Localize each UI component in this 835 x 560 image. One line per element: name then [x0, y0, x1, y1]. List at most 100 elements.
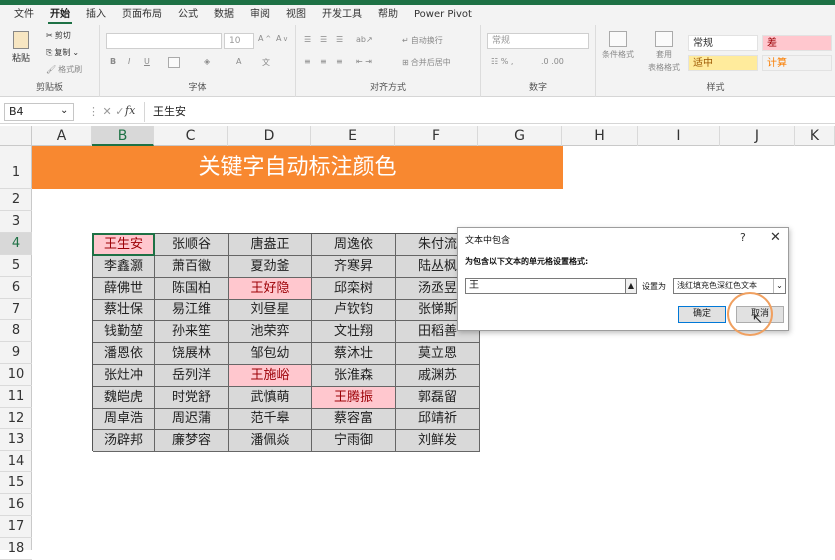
align-top-button[interactable]: ☰: [304, 35, 311, 44]
column-header-a[interactable]: A: [32, 126, 92, 146]
tab-formulas[interactable]: 公式: [170, 5, 206, 25]
table-cell[interactable]: 刘鲜发: [396, 430, 480, 452]
column-header-c[interactable]: C: [154, 126, 228, 146]
table-cell[interactable]: 萧百徽: [155, 256, 229, 278]
sheet-title-banner[interactable]: 关键字自动标注颜色: [32, 146, 563, 189]
table-cell[interactable]: 蔡容富: [312, 409, 396, 430]
paste-button[interactable]: 粘贴: [12, 31, 30, 64]
table-cell[interactable]: 齐寒昇: [312, 256, 396, 278]
conditional-format-button[interactable]: 条件格式: [602, 31, 634, 60]
tab-file[interactable]: 文件: [6, 5, 42, 25]
align-left-button[interactable]: ≡: [304, 57, 311, 66]
table-cell[interactable]: 孙来笙: [155, 321, 229, 343]
table-cell[interactable]: 夏劲釜: [229, 256, 312, 278]
table-cell[interactable]: 张淮森: [312, 365, 396, 387]
row-header-4[interactable]: 4: [0, 233, 32, 255]
table-cell[interactable]: 易江维: [155, 300, 229, 321]
table-cell[interactable]: 邹包幼: [229, 343, 312, 365]
table-cell[interactable]: 王施峪: [229, 365, 312, 387]
help-icon[interactable]: ?: [740, 231, 746, 244]
table-cell[interactable]: 刘昼星: [229, 300, 312, 321]
column-header-g[interactable]: G: [478, 126, 562, 146]
font-color-button[interactable]: A: [236, 57, 241, 66]
table-cell[interactable]: 岳列洋: [155, 365, 229, 387]
select-all-corner[interactable]: [0, 126, 32, 146]
tab-developer[interactable]: 开发工具: [314, 5, 370, 25]
row-header-5[interactable]: 5: [0, 255, 32, 277]
chevron-down-icon[interactable]: ⌄: [60, 105, 68, 116]
tab-view[interactable]: 视图: [278, 5, 314, 25]
table-cell[interactable]: 周卓浩: [93, 409, 155, 430]
row-header-9[interactable]: 9: [0, 342, 32, 364]
bold-button[interactable]: B: [110, 57, 116, 66]
table-cell[interactable]: 薛佛世: [93, 278, 155, 300]
table-cell[interactable]: 魏皑虎: [93, 387, 155, 409]
table-cell[interactable]: 饶展林: [155, 343, 229, 365]
table-cell[interactable]: 蔡沐壮: [312, 343, 396, 365]
tab-review[interactable]: 审阅: [242, 5, 278, 25]
tab-home[interactable]: 开始: [42, 5, 78, 25]
column-header-f[interactable]: F: [395, 126, 478, 146]
style-calculation[interactable]: 计算: [762, 55, 832, 71]
phonetic-button[interactable]: 文: [262, 57, 270, 68]
table-cell[interactable]: 卢钦钧: [312, 300, 396, 321]
row-header-8[interactable]: 8: [0, 320, 32, 342]
table-cell[interactable]: 李鑫灏: [93, 256, 155, 278]
tab-power-pivot[interactable]: Power Pivot: [406, 5, 480, 25]
table-cell[interactable]: 文壮翔: [312, 321, 396, 343]
table-cell[interactable]: 武慎萌: [229, 387, 312, 409]
underline-button[interactable]: U: [144, 57, 150, 66]
table-cell[interactable]: 王生安: [93, 234, 155, 256]
table-cell[interactable]: 潘恩依: [93, 343, 155, 365]
formula-input[interactable]: 王生安: [144, 102, 834, 122]
table-cell[interactable]: 邱栾树: [312, 278, 396, 300]
align-bottom-button[interactable]: ☰: [336, 35, 343, 44]
row-header-1[interactable]: 1: [0, 146, 32, 189]
row-header-14[interactable]: 14: [0, 451, 32, 472]
shrink-font-button[interactable]: Av: [276, 34, 287, 43]
font-size-select[interactable]: 10: [224, 33, 254, 49]
table-cell[interactable]: 唐盎正: [229, 234, 312, 256]
align-right-button[interactable]: ≡: [336, 57, 343, 66]
align-center-button[interactable]: ≡: [320, 57, 327, 66]
table-cell[interactable]: 陈国柏: [155, 278, 229, 300]
column-header-h[interactable]: H: [562, 126, 638, 146]
style-bad[interactable]: 差: [762, 35, 832, 51]
row-header-16[interactable]: 16: [0, 494, 32, 516]
merge-center-button[interactable]: ⊞ 合并后居中: [402, 57, 451, 68]
contains-text-input[interactable]: 王: [465, 278, 626, 294]
table-cell[interactable]: 廉梦容: [155, 430, 229, 452]
row-header-7[interactable]: 7: [0, 299, 32, 320]
table-cell[interactable]: 张顺谷: [155, 234, 229, 256]
column-header-b[interactable]: B: [92, 126, 154, 146]
number-format-select[interactable]: 常规: [487, 33, 589, 49]
table-cell[interactable]: 汤辟邦: [93, 430, 155, 452]
tab-help[interactable]: 帮助: [370, 5, 406, 25]
table-cell[interactable]: 王腾振: [312, 387, 396, 409]
row-header-12[interactable]: 12: [0, 408, 32, 429]
format-painter-button[interactable]: 🖌 格式刷: [46, 64, 82, 75]
fill-color-button[interactable]: ◈: [204, 57, 210, 66]
italic-button[interactable]: I: [128, 57, 130, 66]
table-cell[interactable]: 蔡壮保: [93, 300, 155, 321]
borders-button[interactable]: [168, 57, 180, 68]
table-cell[interactable]: 戚渊苏: [396, 365, 480, 387]
ok-button[interactable]: 确定: [678, 306, 726, 323]
table-cell[interactable]: 池荣弈: [229, 321, 312, 343]
format-select[interactable]: 浅红填充色深红色文本 ⌄: [673, 278, 786, 294]
row-header-6[interactable]: 6: [0, 277, 32, 299]
row-header-13[interactable]: 13: [0, 429, 32, 451]
table-cell[interactable]: 郭磊留: [396, 387, 480, 409]
table-cell[interactable]: 时党舒: [155, 387, 229, 409]
row-header-15[interactable]: 15: [0, 472, 32, 494]
row-header-2[interactable]: 2: [0, 189, 32, 211]
align-middle-button[interactable]: ☰: [320, 35, 327, 44]
copy-button[interactable]: ⎘ 复制 ⌄: [46, 47, 79, 58]
row-header-18[interactable]: 18: [0, 538, 32, 560]
row-header-11[interactable]: 11: [0, 386, 32, 408]
cut-button[interactable]: ✂ 剪切: [46, 30, 71, 41]
insert-function-button[interactable]: fx: [125, 104, 135, 117]
table-cell[interactable]: 宁雨御: [312, 430, 396, 452]
table-cell[interactable]: 周逸依: [312, 234, 396, 256]
column-header-e[interactable]: E: [311, 126, 395, 146]
